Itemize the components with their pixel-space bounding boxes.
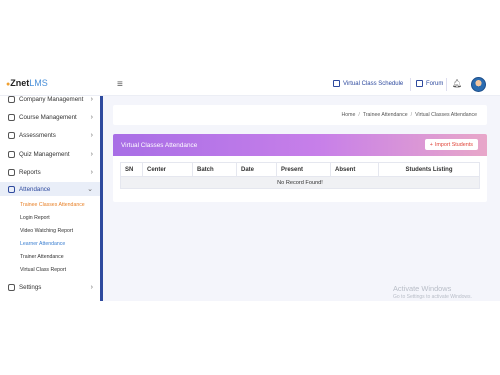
chevron-right-icon: › xyxy=(90,131,93,139)
sidebar-item-company-management[interactable]: Company Management › xyxy=(0,92,101,106)
hamburger-icon[interactable]: ≡ xyxy=(117,79,123,90)
column-header-batch[interactable]: Batch xyxy=(192,162,237,177)
chevron-right-icon: › xyxy=(90,168,93,176)
forum-label: Forum xyxy=(426,80,444,87)
person-icon xyxy=(8,185,15,193)
breadcrumb-home[interactable]: Home xyxy=(342,112,356,118)
sidebar-subitem-video-watching-report[interactable]: Video Watching Report xyxy=(20,228,73,234)
sidebar-scroll-rail[interactable] xyxy=(100,96,103,301)
clipboard-icon xyxy=(8,131,15,139)
chevron-right-icon: › xyxy=(90,150,93,158)
calendar-icon xyxy=(333,80,340,87)
empty-state-message: No Record Found! xyxy=(120,176,480,189)
import-students-button[interactable]: + Import Students xyxy=(424,139,478,150)
avatar[interactable] xyxy=(471,77,486,92)
gear-icon xyxy=(8,283,15,291)
quiz-icon xyxy=(8,150,15,158)
bell-icon[interactable]: 🔔︎ xyxy=(452,79,462,88)
sidebar-subitem-trainee-classes-attendance[interactable]: Trainee Classes Attendance xyxy=(20,202,85,208)
sidebar-subitem-trainer-attendance[interactable]: Trainer Attendance xyxy=(20,254,64,260)
book-icon xyxy=(8,113,15,121)
breadcrumb: Home / Trainee Attendance / Virtual Clas… xyxy=(113,105,487,125)
forum-link[interactable]: Forum xyxy=(416,80,443,87)
breadcrumb-current: Virtual Classes Attendance xyxy=(415,112,477,118)
app-logo[interactable]: ●ZnetLMS xyxy=(6,78,48,88)
sidebar-item-attendance[interactable]: Attendance ⌄ xyxy=(0,182,101,196)
chevron-right-icon: › xyxy=(90,113,93,121)
sidebar-item-reports[interactable]: Reports › xyxy=(0,165,101,179)
breadcrumb-trainee-attendance[interactable]: Trainee Attendance xyxy=(363,112,408,118)
sidebar: Company Management › Course Management ›… xyxy=(0,95,101,301)
divider xyxy=(446,78,447,91)
virtual-class-schedule-link[interactable]: Virtual Class Schedule xyxy=(333,80,403,87)
chevron-right-icon: › xyxy=(90,95,93,103)
attendance-table: SN Center Batch Date Present Absent Stud… xyxy=(120,162,480,189)
chevron-down-icon: ⌄ xyxy=(87,186,93,193)
sidebar-subitem-learner-attendance[interactable]: Learner Attendance xyxy=(20,241,65,247)
sidebar-subitem-virtual-class-report[interactable]: Virtual Class Report xyxy=(20,267,66,273)
column-header-students-listing[interactable]: Students Listing xyxy=(378,162,480,177)
attendance-card: Virtual Classes Attendance + Import Stud… xyxy=(113,134,487,202)
forum-icon xyxy=(416,80,423,87)
chart-icon xyxy=(8,168,15,176)
column-header-center[interactable]: Center xyxy=(142,162,193,177)
sidebar-item-settings[interactable]: Settings › xyxy=(0,280,101,294)
sidebar-item-assessments[interactable]: Assessments › xyxy=(0,128,101,142)
divider xyxy=(410,78,411,91)
column-header-absent[interactable]: Absent xyxy=(330,162,379,177)
windows-activation-watermark: Activate Windows Go to Settings to activ… xyxy=(393,284,472,300)
table-row: No Record Found! xyxy=(120,176,480,189)
card-title: Virtual Classes Attendance xyxy=(121,141,198,149)
chevron-right-icon: › xyxy=(90,283,93,291)
column-header-sn[interactable]: SN xyxy=(120,162,143,177)
sidebar-item-quiz-management[interactable]: Quiz Management › xyxy=(0,147,101,161)
card-header: Virtual Classes Attendance + Import Stud… xyxy=(113,134,487,156)
building-icon xyxy=(8,95,15,103)
table-header-row: SN Center Batch Date Present Absent Stud… xyxy=(120,162,480,177)
column-header-present[interactable]: Present xyxy=(276,162,331,177)
virtual-class-schedule-label: Virtual Class Schedule xyxy=(343,80,404,87)
sidebar-item-course-management[interactable]: Course Management › xyxy=(0,110,101,124)
column-header-date[interactable]: Date xyxy=(236,162,277,177)
plus-icon: + xyxy=(429,141,433,148)
sidebar-subitem-login-report[interactable]: Login Report xyxy=(20,215,50,221)
